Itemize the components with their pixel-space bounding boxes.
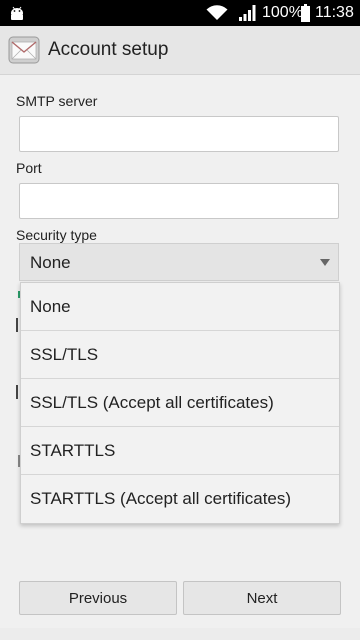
dropdown-option-starttls[interactable]: STARTTLS — [21, 427, 339, 475]
chevron-down-icon — [320, 259, 330, 266]
smtp-server-input[interactable] — [19, 116, 339, 152]
next-button[interactable]: Next — [183, 581, 341, 615]
security-type-value: None — [30, 253, 71, 272]
smtp-server-label: SMTP server — [16, 93, 98, 109]
security-type-select[interactable]: None — [19, 243, 339, 281]
port-label: Port — [16, 160, 42, 176]
signal-icon — [239, 5, 256, 21]
clock: 11:38 — [315, 4, 354, 21]
port-input[interactable] — [19, 183, 339, 219]
dropdown-option-none[interactable]: None — [21, 283, 339, 331]
wifi-icon — [206, 5, 228, 20]
dropdown-option-ssl-tls-accept-all[interactable]: SSL/TLS (Accept all certificates) — [21, 379, 339, 427]
previous-button[interactable]: Previous — [19, 581, 177, 615]
dropdown-option-ssl-tls[interactable]: SSL/TLS — [21, 331, 339, 379]
security-type-label: Security type — [16, 227, 97, 243]
android-icon — [11, 6, 23, 20]
battery-icon — [301, 4, 310, 22]
status-bar: 100% 11:38 — [0, 0, 360, 26]
dropdown-option-starttls-accept-all[interactable]: STARTTLS (Accept all certificates) — [21, 475, 339, 523]
battery-percentage: 100% — [262, 4, 303, 21]
bottom-bar — [0, 628, 360, 640]
mail-envelope-icon — [8, 36, 40, 64]
app-bar: Account setup — [0, 26, 360, 75]
page-title: Account setup — [48, 39, 169, 60]
security-type-dropdown: None SSL/TLS SSL/TLS (Accept all certifi… — [20, 282, 340, 524]
